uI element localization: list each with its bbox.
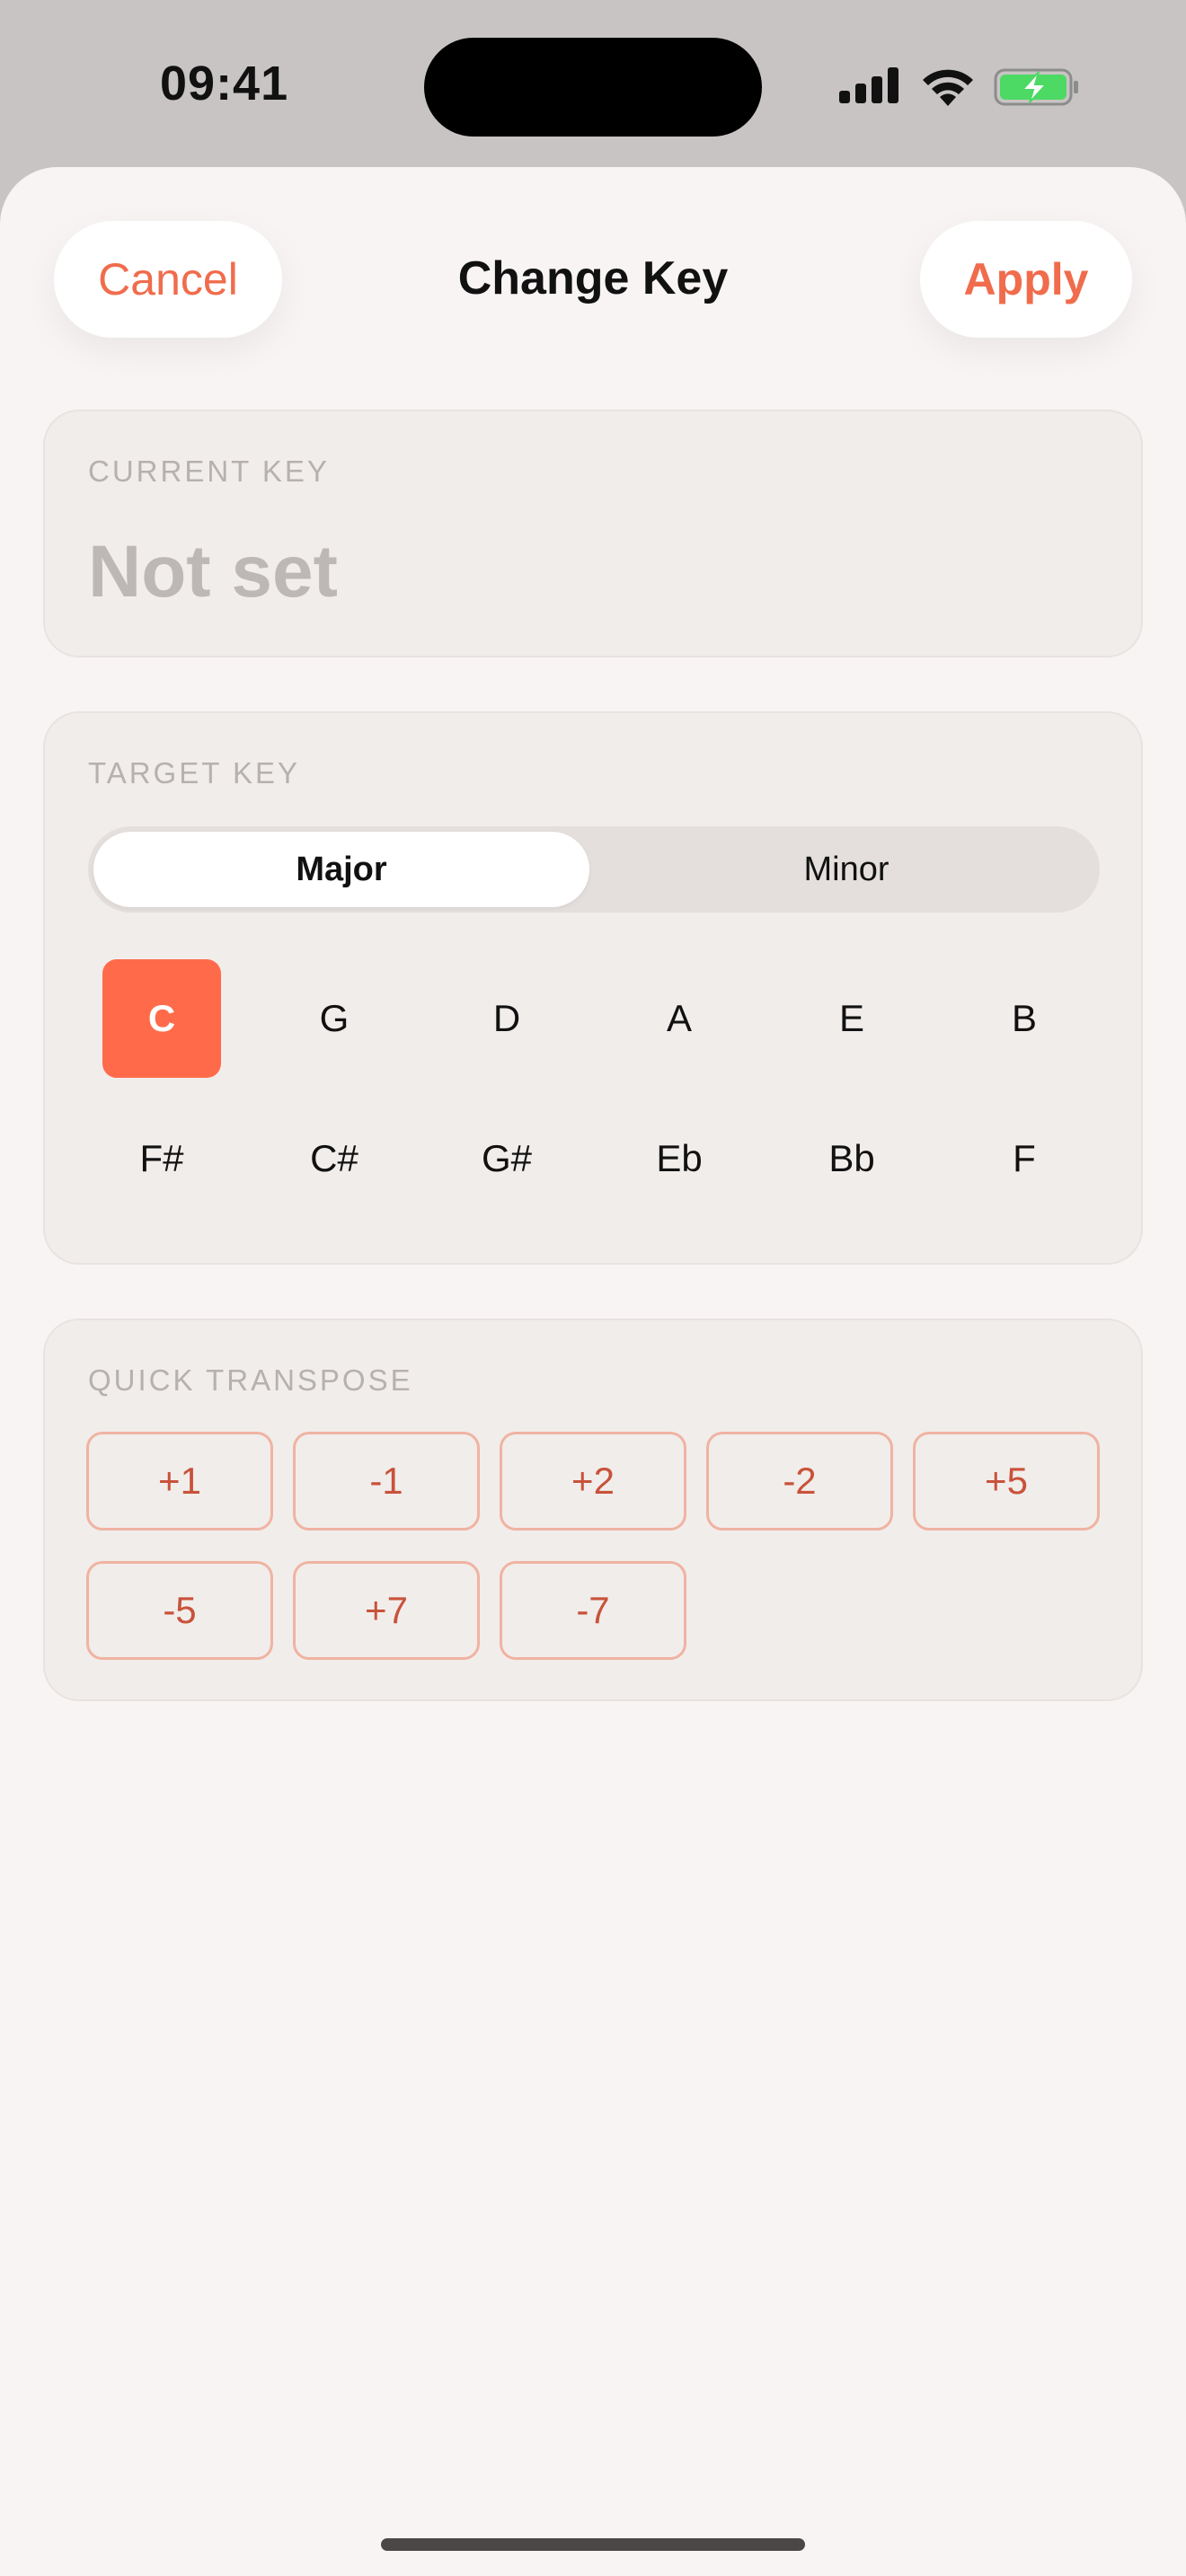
transpose-minus-5-button[interactable]: -5: [86, 1561, 273, 1660]
transpose-minus-1-button[interactable]: -1: [293, 1432, 480, 1531]
transpose-minus-7-button[interactable]: -7: [500, 1561, 686, 1660]
status-bar: 09:41: [0, 0, 1186, 167]
transpose-plus-1-button[interactable]: +1: [86, 1432, 273, 1531]
key-button-e[interactable]: E: [792, 959, 911, 1078]
key-button-f[interactable]: F: [965, 1099, 1084, 1218]
mode-minor-segment[interactable]: Minor: [598, 832, 1094, 907]
key-button-a[interactable]: A: [620, 959, 739, 1078]
quick-transpose-card: QUICK TRANSPOSE +1 -1 +2 -2 +5 -5 +7 -7: [43, 1319, 1143, 1701]
target-key-label: TARGET KEY: [88, 756, 300, 790]
change-key-sheet: Cancel Change Key Apply CURRENT KEY Not …: [0, 167, 1186, 2576]
key-button-b-flat[interactable]: Bb: [792, 1099, 911, 1218]
key-button-g[interactable]: G: [275, 959, 394, 1078]
key-button-d[interactable]: D: [447, 959, 566, 1078]
transpose-plus-7-button[interactable]: +7: [293, 1561, 480, 1660]
quick-transpose-label: QUICK TRANSPOSE: [88, 1363, 413, 1397]
transpose-plus-2-button[interactable]: +2: [500, 1432, 686, 1531]
dynamic-island: [424, 38, 762, 137]
current-key-value: Not set: [88, 531, 338, 613]
key-button-e-flat[interactable]: Eb: [620, 1099, 739, 1218]
current-key-label: CURRENT KEY: [88, 454, 330, 488]
wifi-icon: [923, 69, 973, 106]
transpose-minus-2-button[interactable]: -2: [706, 1432, 893, 1531]
key-button-b[interactable]: B: [965, 959, 1084, 1078]
key-button-c[interactable]: C: [102, 959, 221, 1078]
cellular-signal-icon: [839, 67, 902, 107]
mode-major-segment[interactable]: Major: [93, 832, 589, 907]
key-button-c-sharp[interactable]: C#: [275, 1099, 394, 1218]
mode-segmented-control: Major Minor: [88, 826, 1100, 913]
status-time: 09:41: [160, 57, 289, 110]
key-button-f-sharp[interactable]: F#: [102, 1099, 221, 1218]
battery-charging-icon: [994, 68, 1078, 106]
target-key-card: TARGET KEY Major Minor C G D A E B F# C#…: [43, 711, 1143, 1265]
transpose-plus-5-button[interactable]: +5: [913, 1432, 1100, 1531]
key-button-g-sharp[interactable]: G#: [447, 1099, 566, 1218]
home-indicator[interactable]: [381, 2538, 805, 2551]
apply-button[interactable]: Apply: [920, 221, 1132, 338]
current-key-card: CURRENT KEY Not set: [43, 410, 1143, 657]
status-icons: [839, 65, 1080, 110]
